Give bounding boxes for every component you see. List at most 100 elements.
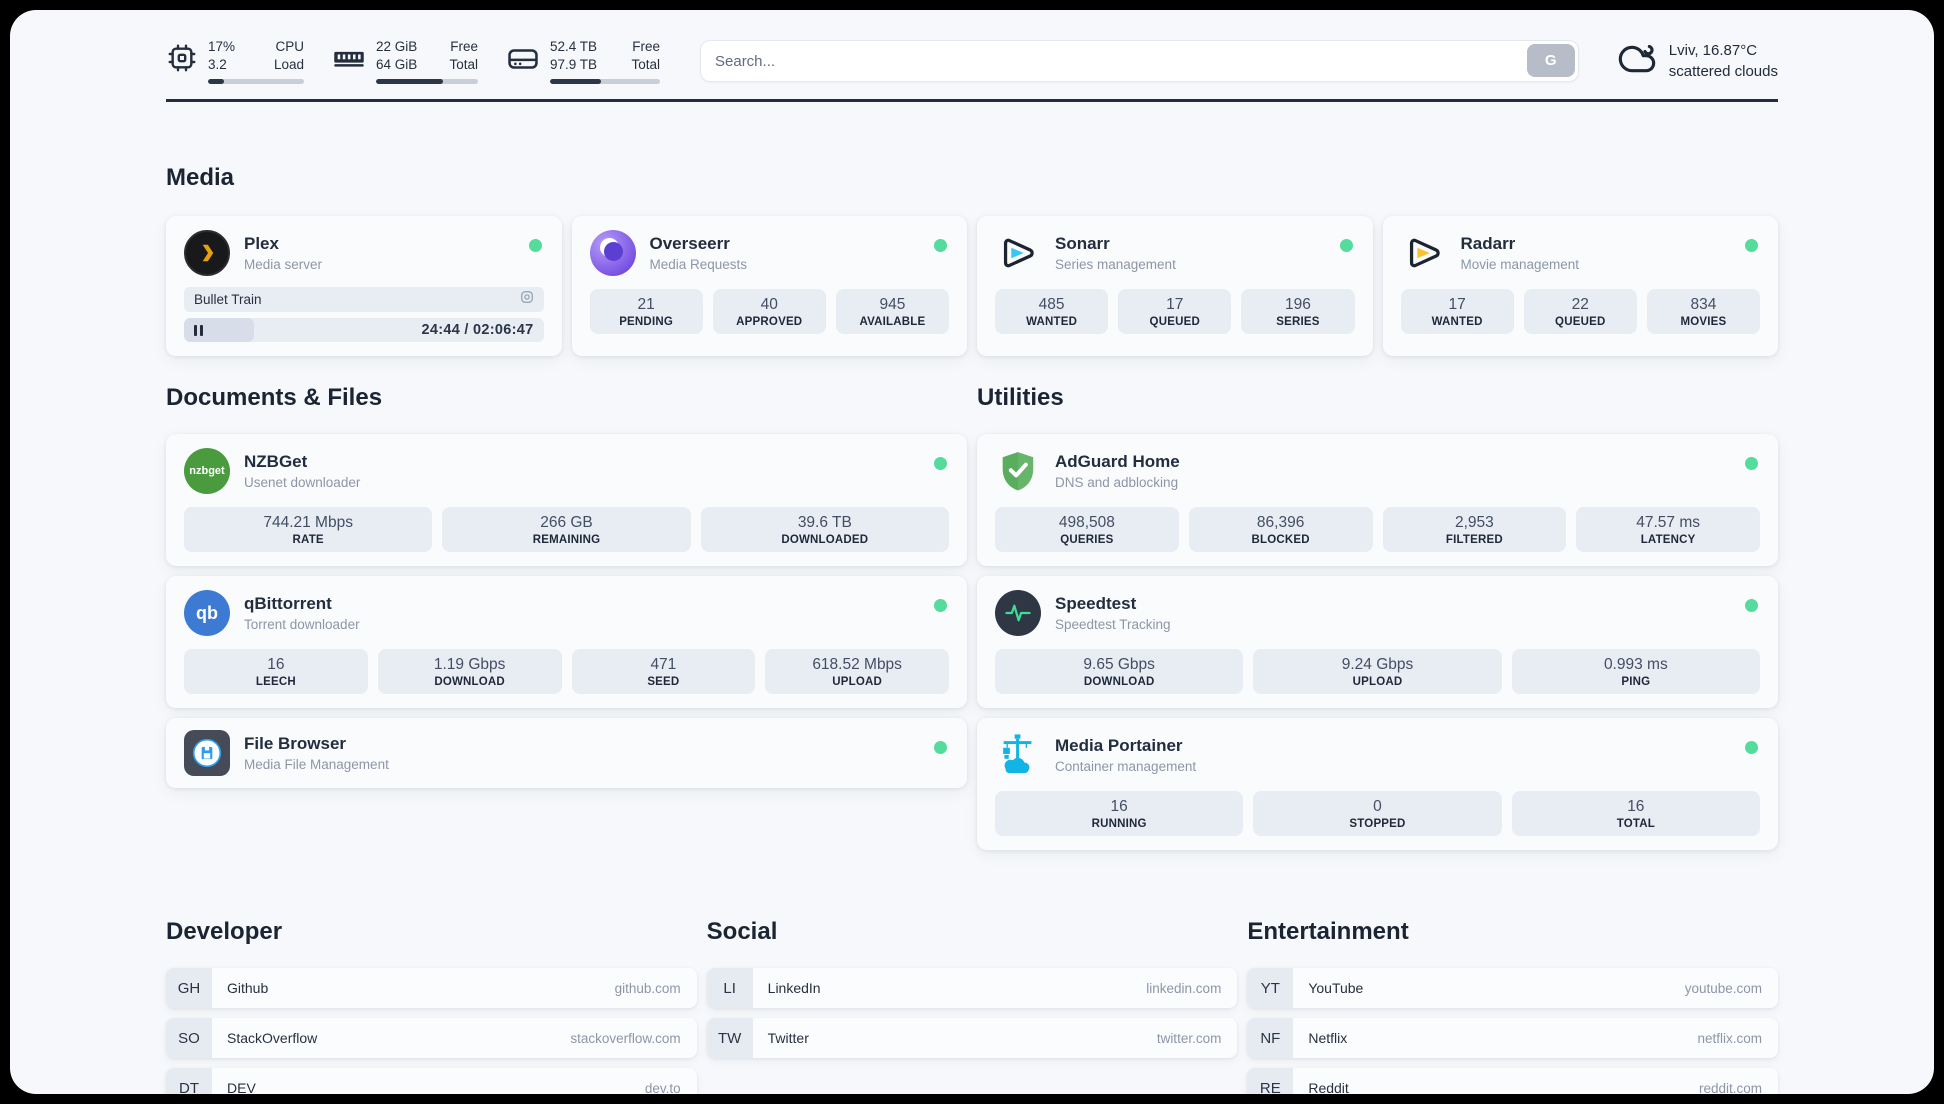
bookmark-abbr: SO <box>166 1018 212 1058</box>
section-title-utilities: Utilities <box>977 384 1064 411</box>
plex-icon <box>184 230 230 276</box>
stat-box: 0.993 ms PING <box>1511 649 1760 694</box>
stat-box: 834 MOVIES <box>1646 289 1761 334</box>
radarr-card[interactable]: Radarr Movie management 17 WANTED 22 QUEUE… <box>1382 216 1778 356</box>
bookmark-url: reddit.com <box>1698 1080 1762 1095</box>
section-title-developer: Developer <box>166 918 283 945</box>
disk-progress-bar <box>550 78 660 84</box>
now-playing-title: Bullet Train <box>194 292 262 307</box>
stat-box: 498,508 QUERIES <box>995 507 1179 552</box>
seek-bar[interactable]: 24:44 / 02:06:47 <box>184 318 544 342</box>
bookmark-name: Netflix <box>1308 1030 1348 1046</box>
overseerr-card[interactable]: Overseerr Media Requests 21 PENDING 40 APP… <box>571 216 967 356</box>
bookmark-stackoverflow[interactable]: SO StackOverflow stackoverflow.com <box>166 1018 697 1058</box>
stat-box: 40 APPROVED <box>712 289 826 334</box>
bookmark-linkedin[interactable]: LI LinkedIn linkedin.com <box>706 968 1238 1008</box>
portainer-icon <box>995 732 1041 778</box>
app-name: Radarr <box>1460 234 1516 253</box>
bookmark-twitter[interactable]: TW Twitter twitter.com <box>706 1018 1238 1058</box>
stat-box: 16 TOTAL <box>1511 791 1760 836</box>
app-name: NZBGet <box>244 452 308 471</box>
bookmark-url: twitter.com <box>1156 1030 1222 1046</box>
stat-box: 2,953 FILTERED <box>1382 507 1567 552</box>
memory-icon <box>332 38 366 81</box>
bookmark-netflix[interactable]: NF Netflix netflix.com <box>1247 1018 1778 1058</box>
bookmark-name: StackOverflow <box>227 1030 318 1046</box>
adguard-card[interactable]: AdGuard Home DNS and adblocking 498,508 Q… <box>977 434 1778 566</box>
stat-box: 22 QUEUED <box>1523 289 1637 334</box>
section-title-documents: Documents & Files <box>166 384 383 411</box>
plex-card[interactable]: Plex Media server Bullet Train 24:44 / 0… <box>166 216 562 356</box>
bookmark-name: Reddit <box>1308 1080 1349 1094</box>
stat-box: 1.19 Gbps DOWNLOAD <box>377 649 562 694</box>
bookmark-github[interactable]: GH Github github.com <box>166 968 697 1008</box>
stat-box: 744.21 Mbps RATE <box>184 507 433 552</box>
app-name: Sonarr <box>1055 234 1110 253</box>
bookmark-abbr: LI <box>706 968 753 1008</box>
app-subtitle: Media Requests <box>649 257 748 272</box>
dashboard-page: 17% CPU 3.2 Load 22 GiB Free 64 GiB Tota… <box>10 10 1934 1094</box>
app-name: Overseerr <box>649 234 730 253</box>
disk-label: Free <box>632 39 660 55</box>
stat-box: 17 WANTED <box>1400 289 1514 334</box>
bookmark-abbr: DT <box>166 1068 212 1094</box>
bookmark-reddit[interactable]: RE Reddit reddit.com <box>1247 1068 1778 1094</box>
sonarr-icon <box>995 230 1041 276</box>
cpu-label2: Load <box>273 57 304 72</box>
qbittorrent-card[interactable]: qb qBittorrent Torrent downloader 16 LEEC… <box>166 576 967 708</box>
overseerr-icon <box>589 230 636 276</box>
bookmark-youtube[interactable]: YT YouTube youtube.com <box>1247 968 1778 1008</box>
status-dot <box>1745 599 1758 612</box>
filebrowser-icon <box>184 730 230 776</box>
bookmark-name: Twitter <box>767 1030 809 1046</box>
stat-box: 39.6 TB DOWNLOADED <box>700 507 949 552</box>
session-icon <box>519 289 535 310</box>
nzbget-icon: nzbget <box>184 448 230 494</box>
app-subtitle: Series management <box>1055 257 1176 272</box>
section-title-social: Social <box>706 918 778 945</box>
sonarr-card[interactable]: Sonarr Series management 485 WANTED 17 QUE… <box>977 216 1373 356</box>
adguard-icon <box>995 448 1041 494</box>
status-dot <box>1745 457 1758 470</box>
status-dot <box>528 239 542 252</box>
bookmark-url: dev.to <box>644 1080 681 1095</box>
stat-box: 86,396 BLOCKED <box>1188 507 1373 552</box>
bookmark-url: netflix.com <box>1697 1030 1762 1046</box>
memory-free: 22 GiB <box>376 39 418 55</box>
app-subtitle: Speedtest Tracking <box>1055 617 1171 632</box>
stat-box: 9.65 Gbps DOWNLOAD <box>995 649 1244 694</box>
pause-button[interactable] <box>194 324 203 336</box>
bookmark-abbr: TW <box>706 1018 753 1058</box>
search-input[interactable] <box>701 52 1578 70</box>
bookmark-url: youtube.com <box>1684 980 1762 996</box>
status-dot <box>934 457 947 470</box>
bookmark-abbr: NF <box>1247 1018 1294 1058</box>
disk-label2: Total <box>631 57 660 72</box>
search-button[interactable]: G <box>1526 44 1575 77</box>
app-subtitle: Container management <box>1055 759 1197 774</box>
stat-box: 47.57 ms LATENCY <box>1576 507 1760 552</box>
stat-box: 21 PENDING <box>589 289 703 334</box>
cpu-percent: 17% <box>208 39 236 55</box>
top-bar: 17% CPU 3.2 Load 22 GiB Free 64 GiB Tota… <box>166 38 1778 84</box>
stat-box: 196 SERIES <box>1241 289 1355 334</box>
nzbget-card[interactable]: nzbget NZBGet Usenet downloader 744.21 M… <box>166 434 967 566</box>
stat-box: 618.52 Mbps UPLOAD <box>765 649 949 694</box>
speedtest-card[interactable]: Speedtest Speedtest Tracking 9.65 Gbps DO… <box>977 576 1778 708</box>
stat-box: 9.24 Gbps UPLOAD <box>1253 649 1502 694</box>
header-divider <box>166 99 1778 102</box>
app-subtitle: Movie management <box>1460 257 1580 272</box>
section-title-entertainment: Entertainment <box>1247 918 1409 945</box>
bookmark-url: github.com <box>614 980 681 996</box>
bookmark-url: stackoverflow.com <box>570 1030 681 1046</box>
stat-box: 945 AVAILABLE <box>835 289 950 334</box>
qbittorrent-icon: qb <box>184 590 230 636</box>
radarr-icon <box>1401 230 1447 276</box>
memory-label2: Total <box>449 57 478 72</box>
bookmark-dev[interactable]: DT DEV dev.to <box>166 1068 697 1094</box>
cpu-stat: 17% CPU 3.2 Load <box>166 38 304 84</box>
portainer-card[interactable]: Media Portainer Container management 16 R… <box>977 718 1778 850</box>
bookmark-name: DEV <box>227 1080 256 1094</box>
filebrowser-card[interactable]: File Browser Media File Management <box>166 718 967 788</box>
stat-box: 17 QUEUED <box>1118 289 1232 334</box>
